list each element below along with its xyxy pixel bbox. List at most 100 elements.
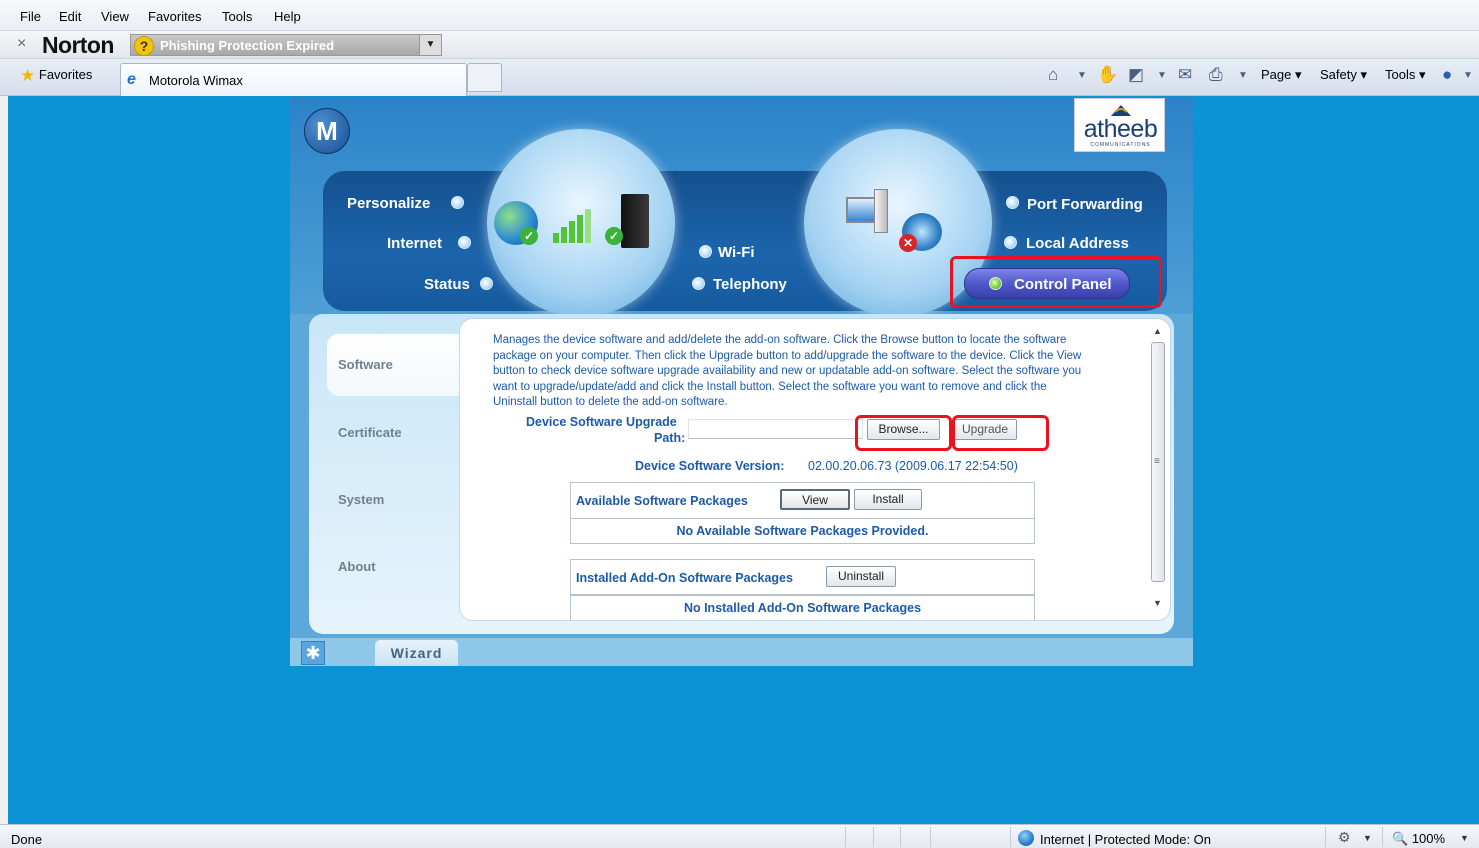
chevron-down-icon[interactable]: ▼ — [1157, 70, 1167, 81]
uninstall-button[interactable]: Uninstall — [826, 566, 896, 587]
nav-dot-status[interactable] — [480, 277, 493, 290]
software-content: Manages the device software and add/dele… — [459, 318, 1171, 621]
nav-dot-telephony[interactable] — [692, 277, 705, 290]
chevron-down-icon[interactable]: ▼ — [1460, 833, 1469, 843]
nav-personalize[interactable]: Personalize — [347, 195, 430, 212]
new-tab-button[interactable] — [467, 63, 502, 92]
upgrade-path-label: Device Software Upgrade — [526, 415, 677, 429]
nav-dot-wifi[interactable] — [699, 245, 712, 258]
nav-dot-port-forwarding[interactable] — [1006, 196, 1019, 209]
security-zone[interactable]: Internet | Protected Mode: On — [1040, 832, 1211, 847]
nav-dot-internet[interactable] — [458, 236, 471, 249]
motorola-logo: M — [304, 108, 350, 154]
help-icon[interactable]: ● — [1442, 65, 1452, 85]
question-icon: ? — [134, 36, 154, 56]
wizard-tab[interactable]: Wizard — [375, 640, 458, 666]
menu-bar: File Edit View Favorites Tools Help — [0, 0, 1479, 31]
upgrade-path-label-2: Path: — [654, 431, 686, 445]
nav-telephony[interactable]: Telephony — [713, 276, 787, 293]
home-icon[interactable]: ⌂ — [1048, 65, 1058, 85]
nav-dot-personalize[interactable] — [451, 196, 464, 209]
favorites-label: Favorites — [38, 67, 93, 82]
available-packages-group: Available Software Packages View Install — [570, 482, 1035, 519]
nav-internet[interactable]: Internet — [387, 235, 442, 252]
tower-icon — [874, 189, 888, 233]
menu-help[interactable]: Help — [274, 9, 301, 24]
star-icon: ★ — [20, 66, 36, 85]
error-icon: ✕ — [899, 234, 917, 252]
safety-menu[interactable]: Safety ▾ — [1320, 67, 1367, 83]
scroll-up-icon[interactable]: ▲ — [1153, 326, 1162, 336]
sidebar-item-software[interactable]: Software — [338, 357, 393, 372]
status-divider — [1325, 827, 1326, 847]
menu-view[interactable]: View — [101, 9, 129, 24]
phishing-status-text: Phishing Protection Expired — [160, 38, 335, 53]
modem-icon — [621, 194, 649, 248]
globe-icon — [1018, 830, 1034, 846]
status-divider — [845, 827, 846, 847]
grip-icon: ≡ — [1154, 456, 1160, 467]
sidebar-item-system[interactable]: System — [338, 492, 384, 507]
nav-local-address[interactable]: Local Address — [1026, 235, 1129, 252]
zoom-level[interactable]: 🔍 100% — [1392, 831, 1445, 847]
tab-motorola-wimax[interactable]: e Motorola Wimax — [120, 63, 467, 96]
sidebar-item-certificate[interactable]: Certificate — [338, 425, 402, 440]
scroll-thumb[interactable]: ≡ — [1151, 342, 1165, 582]
status-divider — [873, 827, 874, 847]
highlight-browse — [855, 415, 952, 451]
chevron-down-icon[interactable]: ▼ — [1463, 70, 1473, 81]
installed-packages-list: No Installed Add-On Software Packages — [570, 595, 1035, 620]
norton-logo: Norton — [42, 32, 114, 58]
wizard-bar: ✱ Wizard — [290, 638, 1193, 666]
menu-tools[interactable]: Tools — [222, 9, 252, 24]
page-menu[interactable]: Page ▾ — [1261, 67, 1302, 83]
chevron-down-icon[interactable]: ▼ — [1238, 70, 1248, 81]
atheeb-wordmark: atheeb — [1083, 115, 1158, 143]
router-web-ui: M atheeb COMMUNICATIONS ✓ ✓ ✕ Personaliz… — [290, 97, 1193, 666]
status-divider — [900, 827, 901, 847]
nav-status[interactable]: Status — [424, 276, 470, 293]
norton-toolbar: × Norton ? Phishing Protection Expired ▼ — [0, 31, 1479, 59]
atheeb-logo: atheeb COMMUNICATIONS — [1074, 98, 1165, 152]
rss-icon[interactable]: ◩ — [1128, 65, 1144, 85]
menu-file[interactable]: File — [20, 9, 41, 24]
chevron-down-icon[interactable]: ▼ — [1363, 833, 1372, 843]
chevron-down-icon[interactable]: ▼ — [419, 35, 441, 55]
view-button[interactable]: View — [780, 489, 850, 510]
nav-wifi[interactable]: Wi-Fi — [718, 244, 755, 261]
menu-favorites[interactable]: Favorites — [148, 9, 201, 24]
highlight-upgrade — [952, 415, 1049, 451]
tab-bar: ★ Favorites e Motorola Wimax ⌂ ▼ ✋ ◩ ▼ ✉… — [0, 59, 1479, 96]
mail-icon[interactable]: ✉ — [1178, 65, 1192, 85]
signal-icon — [553, 207, 597, 243]
favorites-button[interactable]: ★ Favorites — [14, 66, 98, 88]
protected-mode-icon[interactable]: ⚙ — [1338, 829, 1351, 846]
upgrade-path-input[interactable] — [688, 419, 863, 439]
available-packages-title: Available Software Packages — [576, 494, 748, 508]
content-scrollbar[interactable]: ▲ ≡ ▼ — [1149, 320, 1167, 620]
nav-port-forwarding[interactable]: Port Forwarding — [1027, 196, 1143, 213]
phishing-status-dropdown[interactable]: ? Phishing Protection Expired ▼ — [130, 34, 442, 56]
sidebar-item-about[interactable]: About — [338, 559, 376, 574]
close-icon[interactable]: × — [17, 35, 26, 53]
installed-packages-group: Installed Add-On Software Packages Unins… — [570, 559, 1035, 595]
install-button[interactable]: Install — [854, 489, 922, 510]
window-edge — [0, 96, 8, 824]
software-version-value: 02.00.20.06.73 (2009.06.17 22:54:50) — [808, 459, 1018, 473]
available-packages-message: No Available Software Packages Provided. — [676, 524, 929, 538]
scroll-down-icon[interactable]: ▼ — [1153, 598, 1162, 608]
status-divider — [1010, 827, 1011, 847]
menu-edit[interactable]: Edit — [59, 9, 81, 24]
nav-dot-local-address[interactable] — [1004, 236, 1017, 249]
chevron-down-icon[interactable]: ▼ — [1077, 70, 1087, 81]
status-bar: Done Internet | Protected Mode: On ⚙ ▼ 🔍… — [0, 824, 1479, 848]
tools-menu[interactable]: Tools ▾ — [1385, 67, 1426, 83]
print-icon[interactable]: ⎙ — [1209, 65, 1223, 85]
check-icon: ✓ — [520, 227, 538, 245]
installed-packages-title: Installed Add-On Software Packages — [576, 571, 793, 585]
hand-icon[interactable]: ✋ — [1097, 65, 1118, 85]
atheeb-subtext: COMMUNICATIONS — [1090, 142, 1151, 148]
installed-packages-message: No Installed Add-On Software Packages — [683, 601, 922, 615]
wizard-icon[interactable]: ✱ — [301, 641, 325, 665]
highlight-control-panel — [950, 256, 1162, 308]
